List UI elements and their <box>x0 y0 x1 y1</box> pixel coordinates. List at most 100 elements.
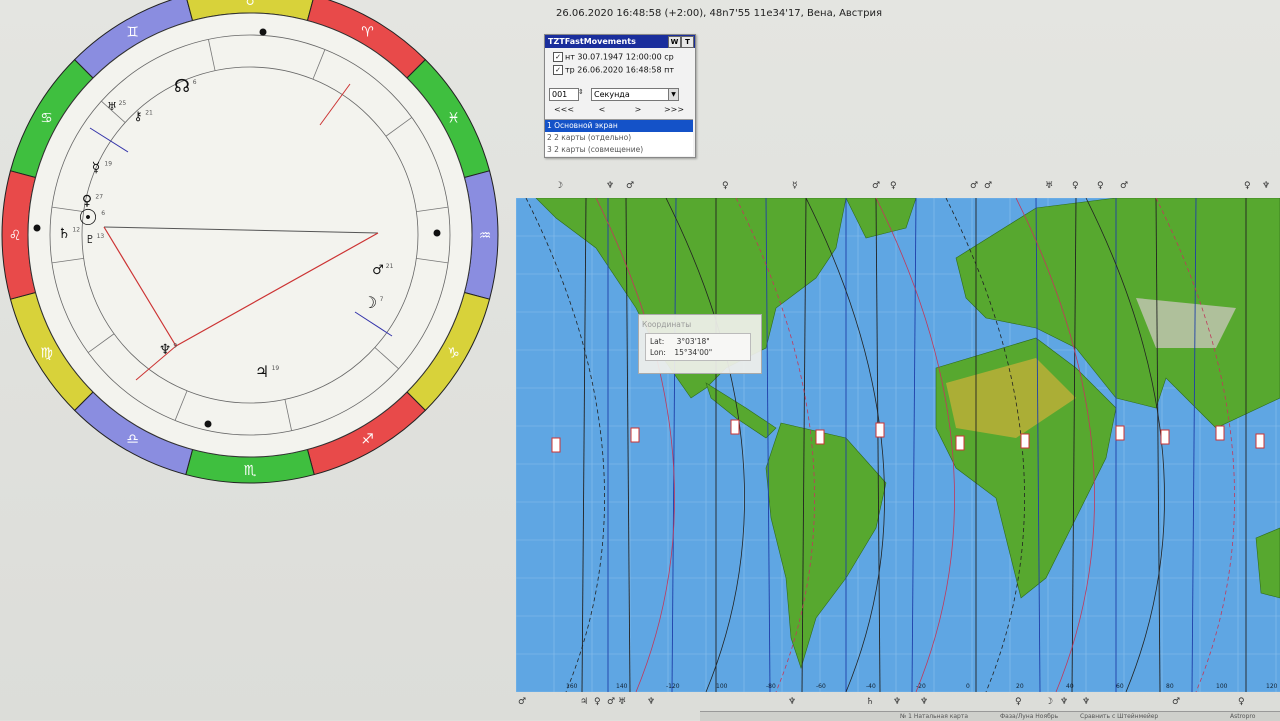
planet-glyph-icon: ♄ <box>866 697 875 707</box>
planet-glyph-icon: ⚷ <box>134 109 143 123</box>
natal-date-checkbox[interactable]: ✓ <box>553 52 563 62</box>
longitude-label: Lon: <box>650 348 666 357</box>
planet-crossing-marker <box>1215 425 1225 441</box>
angle-marker-icon <box>204 420 212 428</box>
natal-date-row[interactable]: ✓ нт 30.07.1947 12:00:00 ср <box>553 52 674 62</box>
step-forward-button[interactable]: > <box>627 105 649 115</box>
fast-movements-dialog[interactable]: TZTFastMovements W T ✓ нт 30.07.1947 12:0… <box>544 34 696 158</box>
planet-glyph-icon: ♆ <box>1082 697 1091 707</box>
planet-glyph-icon: ♅ <box>107 100 117 113</box>
planet-degree-label: 13 <box>97 233 105 240</box>
zodiac-sign-icon: ♉ <box>244 0 257 9</box>
step-back-button[interactable]: < <box>591 105 613 115</box>
zodiac-sign-icon: ♋ <box>40 111 53 127</box>
step-forward-fast-button[interactable]: >>> <box>663 105 685 115</box>
longitude-tick-label: 100 <box>716 683 728 690</box>
list-item[interactable]: 2 2 карты (отдельно) <box>545 132 693 144</box>
zodiac-sign-icon: ♏ <box>244 463 257 479</box>
planet-glyph-icon: ♃ <box>580 697 589 707</box>
planet-glyph-icon: ♀ <box>1015 697 1022 707</box>
step-spinner-icon[interactable]: ⇕ <box>578 88 584 96</box>
planet-glyph-icon: ♂ <box>984 181 993 191</box>
longitude-tick-label: 80 <box>1166 683 1174 690</box>
planet-glyph-icon: ♂ <box>872 181 881 191</box>
astrocartography-map[interactable]: 160 140 -120 100 -80 -60 -40 -20 0 20 40 60 80 100 120 <box>516 198 1280 692</box>
planet-glyph-icon: ♅ <box>1045 181 1054 191</box>
longitude-tick-label: 60 <box>1116 683 1124 690</box>
zodiac-sign-icon: ♊ <box>126 24 139 40</box>
planet-glyph-icon: ♆ <box>1262 181 1271 191</box>
list-item[interactable]: 3 2 карты (совмещение) <box>545 144 693 156</box>
planet-degree-label: 12 <box>72 227 80 234</box>
transit-date-row[interactable]: ✓ тр 26.06.2020 16:48:58 пт <box>553 65 674 75</box>
screen-mode-list[interactable]: 1 Основной экран 2 2 карты (отдельно) 3 … <box>545 119 693 156</box>
planet-degree-label: 7 <box>380 296 384 303</box>
planet-glyph-icon: ♀ <box>722 181 729 191</box>
planet-glyph-icon: ♂ <box>970 181 979 191</box>
step-count-input[interactable]: 001 <box>549 88 579 101</box>
dialog-w-button[interactable]: W <box>668 36 681 48</box>
longitude-tick-label: -120 <box>666 683 680 690</box>
longitude-tick-label: 0 <box>966 683 970 690</box>
step-unit-select[interactable]: Секунда ▼ <box>591 88 679 101</box>
planet-glyph-icon: ♆ <box>788 697 797 707</box>
planet-glyph-icon: ☽ <box>1045 697 1054 707</box>
planet-glyph-icon: ☿ <box>792 181 798 191</box>
planet-glyph-icon: ♆ <box>893 697 902 707</box>
planet-degree-label: 25 <box>119 100 127 107</box>
planet-degree-label: 19 <box>104 161 112 168</box>
dialog-t-button[interactable]: T <box>681 36 694 48</box>
planet-glyph-icon: ♅ <box>618 697 627 707</box>
zodiac-sign-icon: ♌ <box>9 228 22 244</box>
chart-info-line: 26.06.2020 16:48:58 (+2:00), 48n7'55 11e… <box>556 8 882 19</box>
list-item[interactable]: 1 Основной экран <box>545 120 693 132</box>
planet-glyph-icon: ♀ <box>1097 181 1104 191</box>
zodiac-sign-icon: ♐ <box>361 432 374 448</box>
natal-chart-wheel[interactable]: ♋♊♉♈♓♒♑♐♏♎♍♌☉ 6☽ 7☿ 19♀ 27♂ 21♃ 19♄ 12♅ 25♆ 9☊ 6⚷ 2… <box>0 0 510 500</box>
longitude-value: 15°34'00" <box>674 348 713 357</box>
transit-date-checkbox[interactable]: ✓ <box>553 65 563 75</box>
planet-degree-label: 6 <box>101 210 105 217</box>
coordinates-title: Координаты <box>642 320 692 329</box>
chevron-down-icon[interactable]: ▼ <box>668 89 678 100</box>
zodiac-sign-icon: ♓ <box>447 111 460 127</box>
planet-glyph-icon: ♀ <box>82 193 92 209</box>
angle-marker-icon <box>433 229 441 237</box>
planet-glyph-icon: ♂ <box>607 697 616 707</box>
zodiac-sign-icon: ♎ <box>126 432 139 448</box>
longitude-tick-label: -80 <box>766 683 776 690</box>
planet-degree-label: 27 <box>95 194 103 201</box>
planet-glyph-icon: ♂ <box>626 181 635 191</box>
planet-crossing-marker <box>730 419 740 435</box>
angle-marker-icon <box>33 224 41 232</box>
planet-degree-label: 6 <box>193 79 197 86</box>
planet-glyph-icon: ♀ <box>594 697 601 707</box>
planet-glyph-icon: ♀ <box>890 181 897 191</box>
longitude-row: Lon: 15°34'00" <box>650 348 712 357</box>
step-unit-value: Секунда <box>594 90 630 99</box>
planet-glyph-icon: ♀ <box>1072 181 1079 191</box>
longitude-tick-label: -60 <box>816 683 826 690</box>
planet-crossing-marker <box>551 437 561 453</box>
planet-crossing-marker <box>1255 433 1265 449</box>
planet-glyph-icon: ♃ <box>255 362 269 381</box>
latitude-label: Lat: <box>650 337 665 346</box>
angle-marker-icon <box>259 28 267 36</box>
planet-crossing-marker <box>1020 433 1030 449</box>
planet-glyph-icon: ♆ <box>647 697 656 707</box>
planet-glyph-icon: ♂ <box>372 263 384 278</box>
planet-glyph-icon: ♆ <box>606 181 615 191</box>
longitude-tick-label: -40 <box>866 683 876 690</box>
planet-glyph-icon: ♇ <box>85 233 95 246</box>
screen: 26.06.2020 16:48:58 (+2:00), 48n7'55 11e… <box>0 0 1280 721</box>
planet-glyph-icon: ☽ <box>363 293 377 312</box>
planet-crossing-marker <box>1115 425 1125 441</box>
coordinates-popup: Координаты Lat: 3°03'18" Lon: 15°34'00" <box>638 314 762 374</box>
step-back-fast-button[interactable]: <<< <box>553 105 575 115</box>
planet-glyph-icon: ♆ <box>1060 697 1069 707</box>
planet-crossing-marker <box>955 435 965 451</box>
zodiac-sign-icon: ♒ <box>479 228 492 244</box>
planet-glyph-icon: ♂ <box>1120 181 1129 191</box>
natal-date-label: нт 30.07.1947 12:00:00 ср <box>565 52 674 62</box>
longitude-tick-label: 20 <box>1016 683 1024 690</box>
